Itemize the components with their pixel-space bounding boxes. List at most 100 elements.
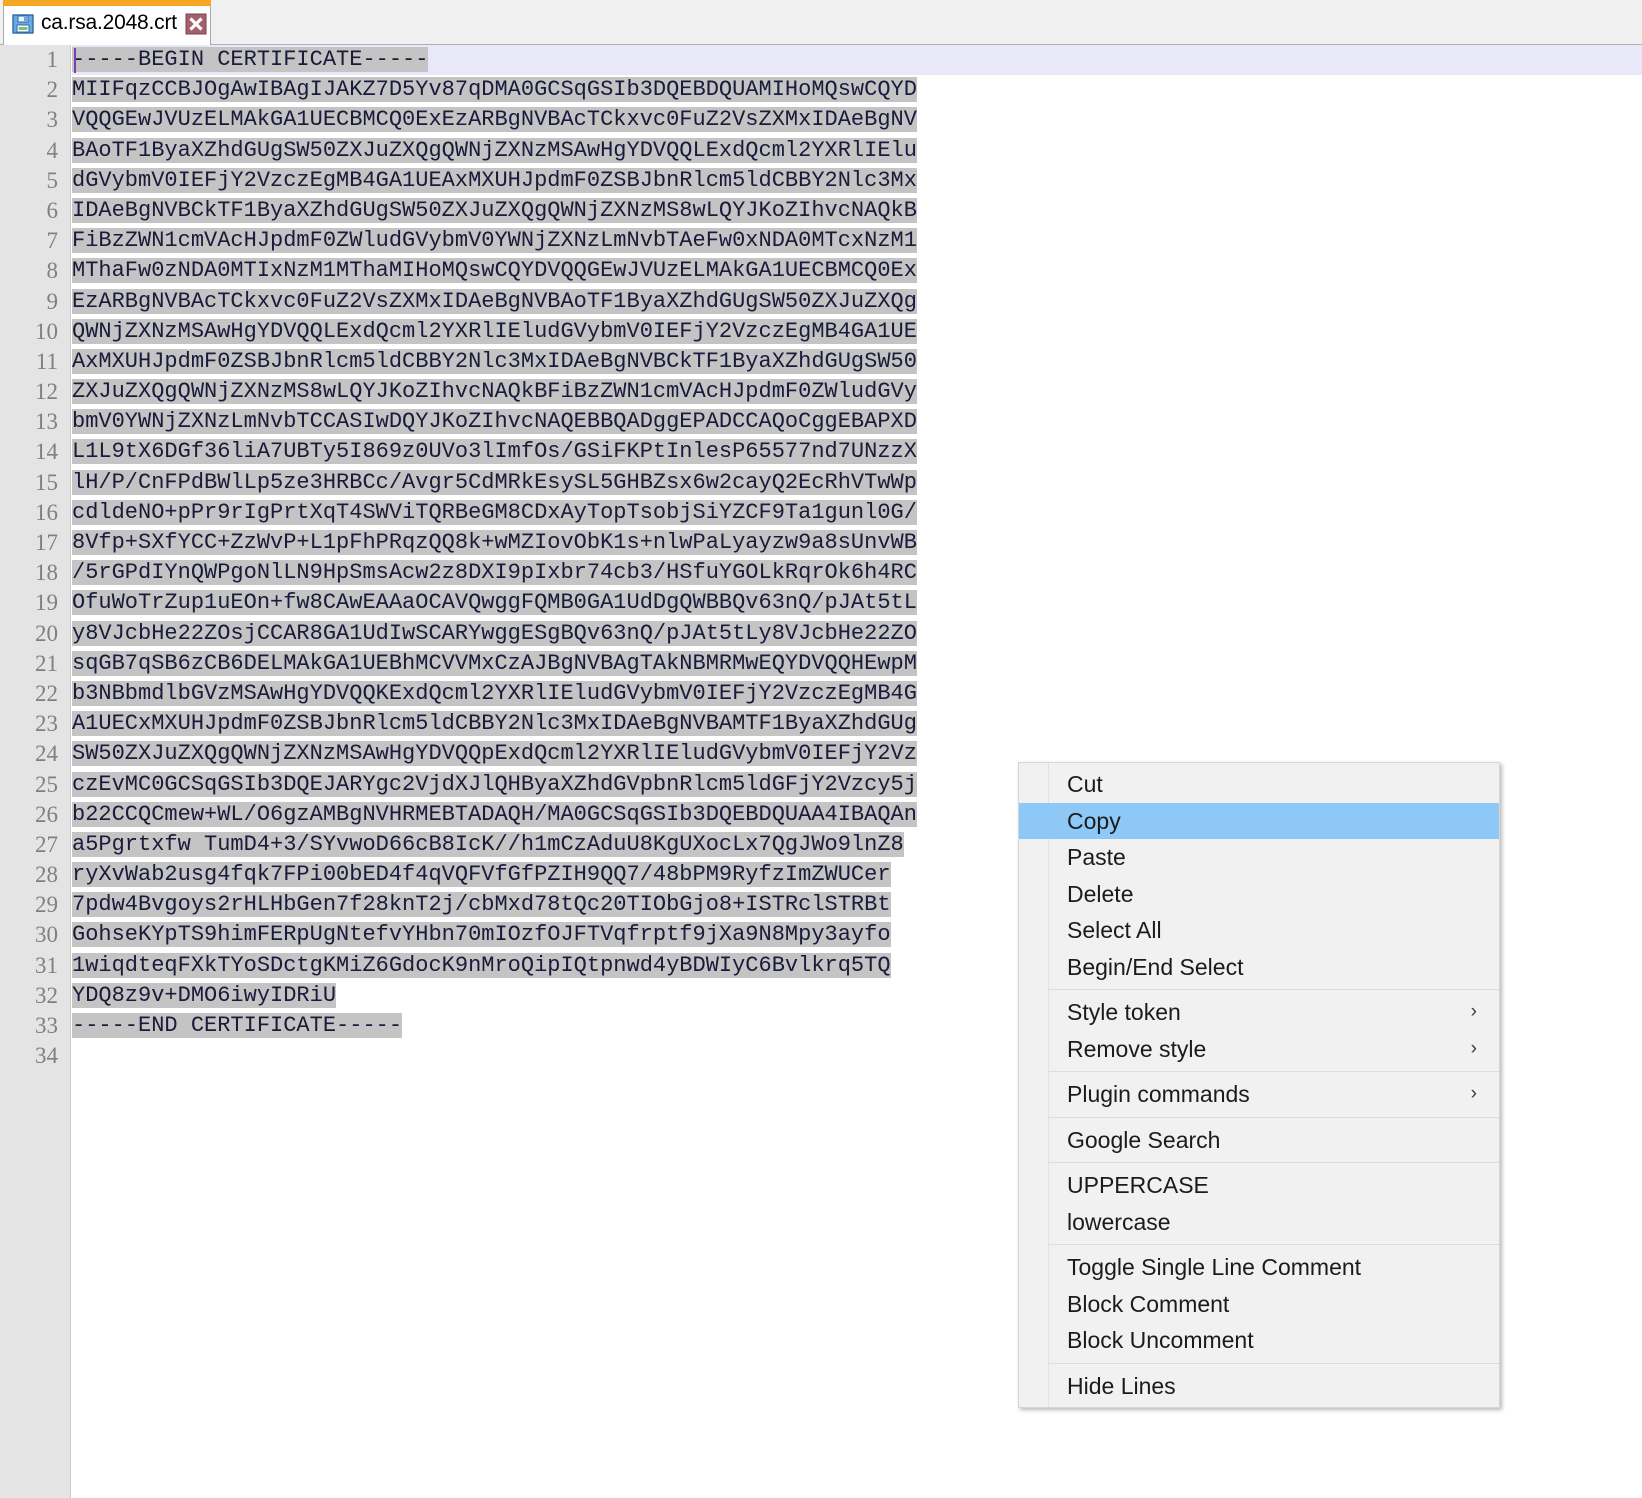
menu-item-paste[interactable]: Paste [1019,839,1499,876]
line-number: 26 [35,801,58,827]
code-line[interactable]: /5rGPdIYnQWPgoNlLN9HpSmsAcw2z8DXI9pIxbr7… [72,558,1642,588]
menu-item-cut[interactable]: Cut [1019,766,1499,803]
menu-item-label: Style token [1067,999,1181,1025]
code-line[interactable]: OfuWoTrZup1uEOn+fw8CAwEAAaOCAVQwggFQMB0G… [72,588,1642,618]
tab-ca-rsa-2048-crt[interactable]: ca.rsa.2048.crt [3,0,211,45]
chevron-right-icon: › [1470,1083,1477,1104]
line-number: 4 [46,137,59,163]
menu-separator [1049,1071,1499,1072]
line-number: 7 [46,228,59,254]
code-line[interactable]: FiBzZWN1cmVAcHJpdmF0ZWludGVybmV0YWNjZXNz… [72,226,1642,256]
line-number: 28 [35,862,58,888]
code-line[interactable]: lH/P/CnFPdBWlLp5ze3HRBCc/Avgr5CdMRkEsySL… [72,468,1642,498]
line-number: 29 [35,892,58,918]
line-number: 32 [35,982,58,1008]
menu-item-copy[interactable]: Copy [1019,802,1499,839]
code-line[interactable]: ZXJuZXQgQWNjZXNzMS8wLQYJKoZIhvcNAQkBFiBz… [72,377,1642,407]
menu-item-begin-end-select[interactable]: Begin/End Select [1019,949,1499,986]
menu-item-block-comment[interactable]: Block Comment [1019,1286,1499,1323]
line-number: 19 [35,590,58,616]
code-line[interactable]: L1L9tX6DGf36liA7UBTy5I869z0UVo3lImfOs/GS… [72,437,1642,467]
code-line[interactable]: AxMXUHJpdmF0ZSBJbnRlcm5ldCBBY2Nlc3MxIDAe… [72,347,1642,377]
code-line[interactable]: bmV0YWNjZXNzLmNvbTCCASIwDQYJKoZIhvcNAQEB… [72,407,1642,437]
menu-item-plugin-commands[interactable]: Plugin commands › [1019,1076,1499,1113]
line-number: 15 [35,469,58,495]
menu-item-label: Begin/End Select [1067,953,1244,980]
code-line-text: cdldeNO+pPr9rIgPrtXqT4SWViTQRBeGM8CDxAyT… [72,499,917,525]
code-line[interactable]: EzARBgNVBAcTCkxvc0FuZ2VsZXMxIDAeBgNVBAoT… [72,287,1642,317]
menu-separator [1049,1116,1499,1118]
code-line-text: YDQ8z9v+DMO6iwyIDRiU [72,982,337,1008]
menu-item-hide-lines[interactable]: Hide Lines [1019,1368,1499,1405]
code-line-text: czEvMC0GCSqGSIb3DQEJARYgc2VjdXJlQHByaXZh… [72,771,917,797]
code-line-text: SW50ZXJuZXQgQWNjZXNzMSAwHgYDVQQpExdQcml2… [72,741,917,767]
code-line[interactable]: MIIFqzCCBJOgAwIBAgIJAKZ7D5Yv87qDMA0GCSqG… [72,75,1642,105]
line-number: 30 [35,922,58,948]
code-line-text: QWNjZXNzMSAwHgYDVQQLExdQcml2YXRlIEludGVy… [72,318,917,344]
line-number: 23 [35,711,58,737]
menu-item-label: Hide Lines [1067,1372,1176,1399]
menu-separator [1049,1162,1499,1163]
menu-item-block-uncomment[interactable]: Block Uncomment [1019,1322,1499,1359]
menu-separator [1049,1362,1499,1364]
line-number: 2 [46,77,59,103]
line-number: 24 [35,741,58,767]
line-number: 25 [35,771,58,797]
menu-item-uppercase[interactable]: UPPERCASE [1019,1167,1499,1204]
code-line[interactable]: VQQGEwJVUzELMAkGA1UECBMCQ0ExEzARBgNVBAcT… [72,105,1642,135]
line-number: 3 [46,107,59,133]
code-line[interactable]: IDAeBgNVBCkTF1ByaXZhdGUgSW50ZXJuZXQgQWNj… [72,196,1642,226]
tab-bar: ca.rsa.2048.crt [0,0,1642,45]
code-line[interactable]: cdldeNO+pPr9rIgPrtXqT4SWViTQRBeGM8CDxAyT… [72,498,1642,528]
menu-item-label: Plugin commands [1067,1081,1250,1107]
code-line-text: lH/P/CnFPdBWlLp5ze3HRBCc/Avgr5CdMRkEsySL… [72,469,917,495]
code-line[interactable]: b3NBbmdlbGVzMSAwHgYDVQQKExdQcml2YXRlIElu… [72,679,1642,709]
code-line[interactable]: sqGB7qSB6zCB6DELMAkGA1UEBhMCVVMxCzAJBgNV… [72,649,1642,679]
code-line-text: b3NBbmdlbGVzMSAwHgYDVQQKExdQcml2YXRlIElu… [72,680,917,706]
code-line-text: -----END CERTIFICATE----- [72,1013,403,1038]
menu-item-label: Select All [1067,917,1162,943]
chevron-right-icon: › [1470,1037,1477,1059]
menu-item-style-token[interactable]: Style token › [1019,994,1499,1031]
code-line[interactable]: MThaFw0zNDA0MTIxNzM1MThaMIHoMQswCQYDVQQG… [72,256,1642,286]
menu-item-google-search[interactable]: Google Search [1019,1122,1499,1159]
code-line-text: VQQGEwJVUzELMAkGA1UECBMCQ0ExEzARBgNVBAcT… [72,107,917,133]
code-line-text: MIIFqzCCBJOgAwIBAgIJAKZ7D5Yv87qDMA0GCSqG… [72,77,917,103]
code-line[interactable]: -----BEGIN CERTIFICATE----- [72,45,1642,76]
menu-item-lowercase[interactable]: lowercase [1019,1204,1499,1241]
code-line[interactable]: dGVybmV0IEFjY2VzczEgMB4GA1UEAxMXUHJpdmF0… [72,166,1642,196]
code-line-text: GohseKYpTS9himFERpUgNtefvYHbn70mIOzfOJFT… [72,922,891,948]
code-line[interactable]: BAoTF1ByaXZhdGUgSW50ZXJuZXQgQWNjZXNzMSAw… [72,136,1642,166]
save-floppy-icon [12,13,34,35]
menu-item-label: Google Search [1067,1126,1221,1153]
code-line-text: OfuWoTrZup1uEOn+fw8CAwEAAaOCAVQwggFQMB0G… [72,590,917,616]
line-number: 1 [46,47,59,72]
menu-item-toggle-single-line-comment[interactable]: Toggle Single Line Comment [1019,1249,1499,1286]
code-line[interactable]: 8Vfp+SXfYCC+ZzWvP+L1pFhPRqzQQ8k+wMZIovOb… [72,528,1642,558]
code-line[interactable]: y8VJcbHe22ZOsjCCAR8GA1UdIwSCARYwggESgBQv… [72,619,1642,649]
code-line-text: dGVybmV0IEFjY2VzczEgMB4GA1UEAxMXUHJpdmF0… [72,167,917,193]
menu-item-select-all[interactable]: Select All [1019,912,1499,949]
line-number: 9 [46,288,59,314]
code-line-text: MThaFw0zNDA0MTIxNzM1MThaMIHoMQswCQYDVQQG… [72,258,917,284]
code-line[interactable]: A1UECxMXUHJpdmF0ZSBJbnRlcm5ldCBBY2Nlc3Mx… [72,709,1642,739]
menu-item-label: UPPERCASE [1067,1172,1209,1198]
code-line-text: a5Pgrtxfw TumD4+3/SYvwoD66cB8IcK//h1mCzA… [72,831,904,857]
line-number: 5 [46,167,59,193]
active-tab-indicator [3,0,211,6]
line-number: 13 [35,409,58,435]
line-number: 18 [35,560,58,586]
context-menu[interactable]: Cut Copy Paste Delete Select All Begin/End Se… [1018,762,1500,1408]
line-number: 22 [35,680,58,706]
menu-item-label: Block Comment [1067,1290,1230,1317]
code-line-text: 7pdw4Bvgoys2rHLHbGen7f28knT2j/cbMxd78tQc… [72,892,891,918]
menu-item-delete[interactable]: Delete [1019,876,1499,913]
close-x-icon[interactable] [185,13,207,35]
menu-separator [1049,1244,1499,1245]
code-line-text: 1wiqdteqFXkTYoSDctgKMiZ6GdocK9nMroQipIQt… [72,952,891,978]
code-line-text: -----BEGIN CERTIFICATE----- [72,47,429,72]
line-number: 10 [35,318,58,344]
code-line[interactable]: QWNjZXNzMSAwHgYDVQQLExdQcml2YXRlIEludGVy… [72,317,1642,347]
menu-item-remove-style[interactable]: Remove style › [1019,1031,1499,1068]
code-line-text: bmV0YWNjZXNzLmNvbTCCASIwDQYJKoZIhvcNAQEB… [72,409,917,435]
